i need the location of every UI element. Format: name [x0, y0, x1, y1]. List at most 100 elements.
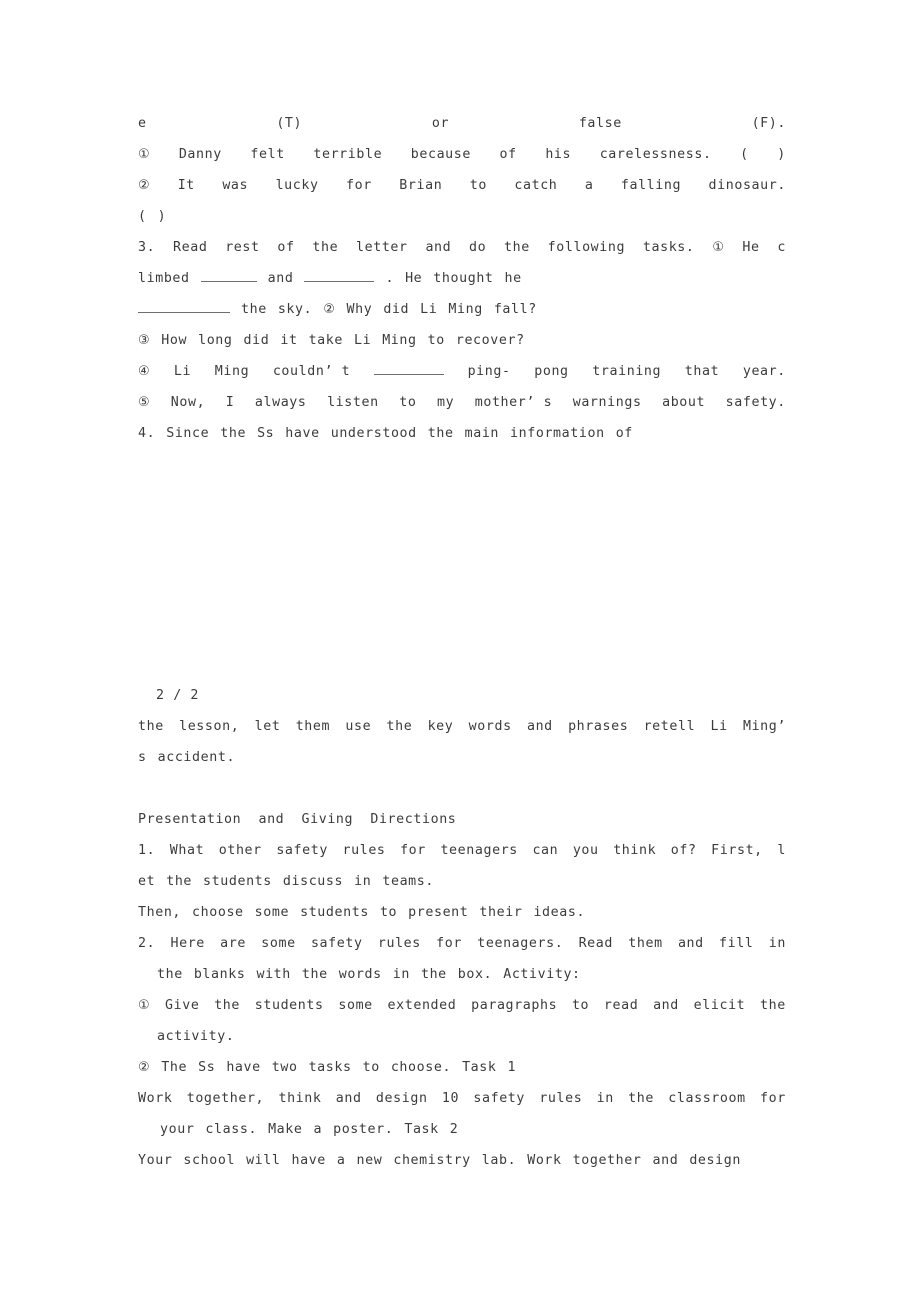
text-line: 1. What other safety rules for teenagers can you… — [138, 835, 786, 866]
word: the — [628, 1091, 654, 1106]
circled-number: ② — [323, 302, 336, 317]
word: for — [400, 843, 426, 858]
text-line: the blanks with the words in the box. Activity: — [138, 959, 786, 990]
word: safety. — [725, 395, 786, 410]
circled-number: ④ — [138, 364, 151, 379]
word: terrible — [313, 147, 383, 162]
word: always — [254, 395, 307, 410]
word: Brian — [399, 178, 443, 193]
word: falling — [620, 178, 682, 193]
word: 2. — [138, 936, 156, 951]
page-break-gap — [138, 449, 786, 680]
word: safety — [473, 1091, 526, 1106]
blank-rule — [200, 268, 257, 282]
word: use — [345, 719, 372, 734]
word: recover? — [455, 333, 525, 348]
word: felt — [250, 147, 285, 162]
word: ( — [138, 209, 147, 224]
word: the — [312, 240, 339, 255]
word: (F). — [751, 116, 786, 131]
word: ideas. — [533, 905, 586, 920]
word: will — [246, 1153, 281, 1168]
word: 1 — [507, 1060, 517, 1075]
text-line: () — [138, 201, 786, 232]
text-line: Work together, think and design 10 safety rules… — [138, 1083, 786, 1114]
word: 4. — [138, 426, 156, 441]
word: the — [214, 998, 241, 1013]
word: key — [427, 719, 454, 734]
word: teams. — [382, 874, 434, 889]
word: Here — [170, 936, 205, 951]
word: lucky — [275, 178, 319, 193]
word: the — [301, 967, 328, 982]
word: the — [427, 426, 454, 441]
text-line: ② The Ss have two tasks to choose. Task 1 — [138, 1052, 786, 1083]
word: in — [596, 1091, 614, 1106]
word: and — [526, 719, 553, 734]
text-line: limbed and. He thought he — [138, 263, 786, 294]
circled-number: ⑤ — [138, 395, 151, 410]
word: Then, — [138, 905, 182, 920]
word: it — [280, 333, 298, 348]
word: of — [499, 147, 517, 162]
word: How — [161, 333, 188, 348]
word: Your — [138, 1153, 173, 1168]
word: c — [777, 240, 786, 255]
word: the — [166, 874, 193, 889]
word: 3. — [138, 240, 156, 255]
word: a — [336, 1153, 346, 1168]
word: choose — [192, 905, 244, 920]
word: Work — [527, 1153, 562, 1168]
word: year. — [742, 364, 786, 379]
word: the — [760, 998, 786, 1013]
word: some — [338, 998, 373, 1013]
word: teenagers. — [477, 936, 564, 951]
word: of — [615, 426, 633, 441]
word: in — [392, 967, 410, 982]
word: the — [386, 719, 413, 734]
word: information — [510, 426, 605, 441]
word: and — [335, 1091, 362, 1106]
word: Task — [462, 1060, 497, 1075]
text-line: your class. Make a poster. Task 2 — [138, 1114, 786, 1145]
word: Read — [578, 936, 613, 951]
word: rules — [539, 1091, 583, 1106]
word: main — [464, 426, 500, 441]
word: safety — [310, 936, 363, 951]
word: choose. — [390, 1060, 452, 1075]
word: catch — [514, 178, 558, 193]
word: have — [226, 1060, 261, 1075]
word: that — [684, 364, 720, 379]
word: teenagers — [440, 843, 518, 858]
word: Why — [346, 302, 373, 317]
word: can — [532, 843, 559, 858]
word: think — [613, 843, 657, 858]
word: 2 — [449, 1122, 459, 1137]
word: listen — [327, 395, 379, 410]
word: discuss — [282, 874, 344, 889]
word: elicit — [693, 998, 746, 1013]
word: following — [547, 240, 626, 255]
word: together — [572, 1153, 642, 1168]
word: 1. — [138, 843, 156, 858]
circled-number: ① — [138, 998, 151, 1013]
word: retell — [643, 719, 696, 734]
fill-in-blank — [200, 263, 257, 294]
word: of? — [670, 843, 697, 858]
word: Make — [268, 1122, 303, 1137]
word: design — [375, 1091, 428, 1106]
word: Ming — [382, 333, 417, 348]
word: to — [427, 333, 445, 348]
word: tasks — [308, 1060, 352, 1075]
word: What — [169, 843, 205, 858]
fill-in-blank — [138, 294, 230, 325]
text-line: 4. Since the Ss have understood the main informa… — [138, 418, 786, 449]
word: pong — [534, 364, 569, 379]
word: students — [203, 874, 272, 889]
word: and — [652, 1153, 679, 1168]
blank-rule — [138, 299, 230, 313]
text-line: ③ How long did it take Li Ming to recover? — [138, 325, 786, 356]
word: I — [225, 395, 235, 410]
word: did — [383, 302, 410, 317]
